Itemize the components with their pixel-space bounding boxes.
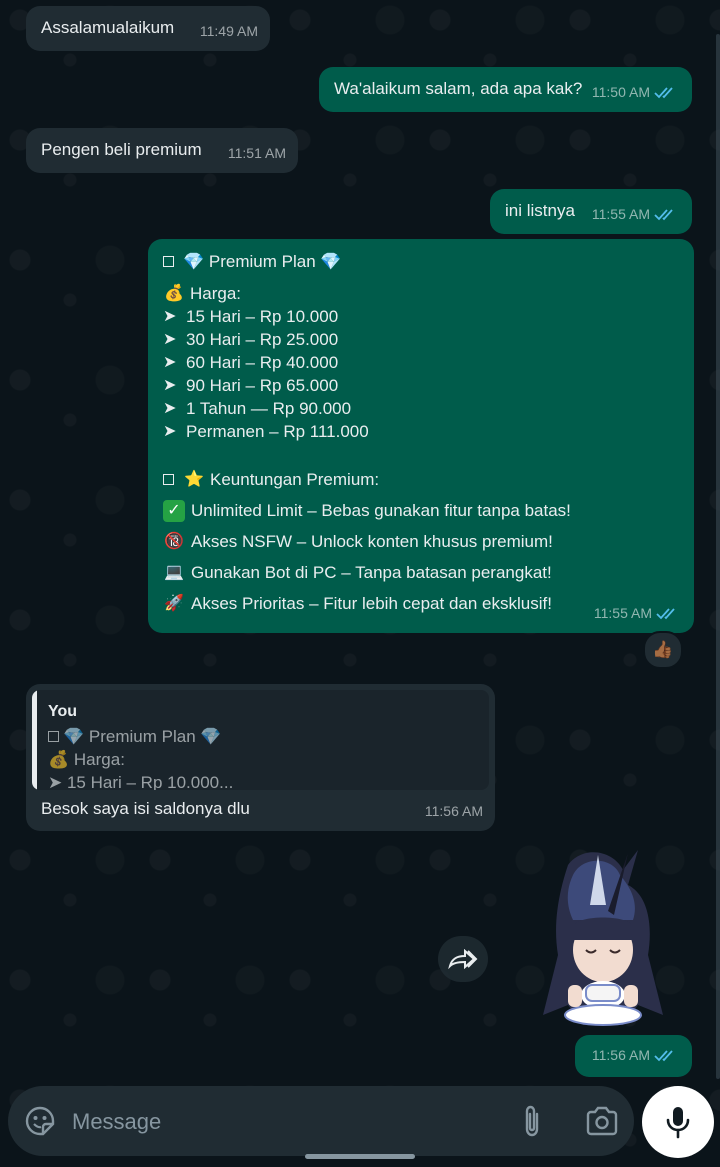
checkbox-icon [163, 256, 174, 267]
price-item: ➤ 30 Hari – Rp 25.000 [163, 328, 571, 351]
read-ticks-icon [654, 86, 673, 98]
message-text: Pengen beli premium [41, 140, 202, 159]
message-text: ini listnya [505, 201, 575, 220]
microphone-icon [666, 1107, 690, 1139]
message-outgoing-plan[interactable]: 💎 Premium Plan 💎 💰 Harga: ➤ 15 Hari – Rp … [148, 239, 694, 633]
forward-icon [448, 949, 478, 969]
voice-record-button[interactable] [642, 1086, 714, 1158]
message-meta: 11:56 AM [425, 800, 483, 823]
message-outgoing[interactable]: ini listnya 11:55 AM [490, 189, 692, 234]
check-box-icon: ✓ [163, 499, 185, 522]
message-incoming-reply[interactable]: You 💎 Premium Plan 💎 💰 Harga: ➤ 15 Hari … [26, 684, 495, 831]
arrow-icon: ➤ [163, 400, 177, 417]
price-item: ➤ Permanen – Rp 111.000 [163, 420, 571, 443]
rocket-icon: 🚀 [164, 595, 184, 612]
message-outgoing[interactable]: Wa'alaikum salam, ada apa kak? 11:50 AM [319, 67, 692, 112]
plan-title-line: 💎 Premium Plan 💎 [163, 250, 571, 273]
read-ticks-icon [654, 1049, 673, 1061]
message-incoming[interactable]: Pengen beli premium 11:51 AM [26, 128, 298, 173]
price-text: Permanen – Rp 111.000 [186, 422, 369, 441]
checkbox-icon [48, 731, 59, 742]
camera-icon [586, 1106, 618, 1136]
benefit-text: Akses NSFW – Unlock konten khusus premiu… [191, 532, 553, 551]
arrow-icon: ➤ [163, 354, 177, 371]
benefit-text: Akses Prioritas – Fitur lebih cepat dan … [191, 594, 552, 613]
money-bag-icon: 💰 [164, 285, 184, 302]
arrow-icon: ➤ [163, 331, 177, 348]
message-time: 11:56 AM [424, 803, 483, 819]
message-time: 11:50 AM [591, 84, 650, 100]
sticker-smiley-icon [25, 1106, 55, 1136]
benefit-item: 🔞 Akses NSFW – Unlock konten khusus prem… [163, 526, 571, 557]
emoji-sticker-button[interactable] [22, 1103, 58, 1139]
attach-button[interactable] [514, 1103, 550, 1139]
reaction-thumbs-up-icon[interactable]: 👍🏾 [643, 631, 683, 669]
message-time: 11:55 AM [593, 605, 652, 621]
message-meta: 11:55 AM [594, 602, 682, 625]
message-time: 11:55 AM [591, 206, 650, 222]
message-meta: 11:51 AM [228, 142, 286, 165]
message-meta: 11:49 AM [200, 20, 258, 43]
message-text: Besok saya isi saldonya dlu [41, 799, 250, 818]
price-item: ➤ 15 Hari – Rp 10.000 [163, 305, 571, 328]
quote-text: 💎 Premium Plan 💎 [63, 727, 222, 746]
arrow-icon: ➤ [163, 377, 177, 394]
message-composer [8, 1086, 634, 1156]
anime-sticker-image[interactable] [528, 845, 678, 1035]
price-text: 60 Hari – Rp 40.000 [186, 353, 339, 372]
read-ticks-icon [656, 607, 675, 619]
benefit-item: 🚀 Akses Prioritas – Fitur lebih cepat da… [163, 588, 571, 619]
message-incoming[interactable]: Assalamualaikum 11:49 AM [26, 6, 270, 51]
message-text: Assalamualaikum [41, 18, 175, 37]
price-item: ➤ 60 Hari – Rp 40.000 [163, 351, 571, 374]
benefit-text: Unlimited Limit – Bebas gunakan fitur ta… [191, 501, 571, 520]
benefit-item: ✓ Unlimited Limit – Bebas gunakan fitur … [163, 495, 571, 526]
benefits-title-line: ⭐ Keuntungan Premium: [163, 468, 571, 491]
price-label-line: 💰 Harga: [163, 282, 571, 305]
price-text: 30 Hari – Rp 25.000 [186, 330, 339, 349]
price-text: 90 Hari – Rp 65.000 [186, 376, 339, 395]
price-text: 15 Hari – Rp 10.000 [186, 307, 339, 326]
arrow-icon: ➤ [163, 423, 177, 440]
price-item: ➤ 1 Tahun — Rp 90.000 [163, 397, 571, 420]
camera-button[interactable] [584, 1103, 620, 1139]
quote-accent-bar [32, 690, 37, 790]
quote-line: 💎 Premium Plan 💎 [48, 725, 233, 748]
quote-line: ➤ 15 Hari – Rp 10.000... [48, 773, 234, 790]
sticker-meta-bubble: 11:56 AM [575, 1035, 692, 1077]
arrow-icon: ➤ [163, 308, 177, 325]
home-indicator [305, 1154, 415, 1159]
star-icon: ⭐ [184, 471, 204, 488]
checkbox-icon [163, 474, 174, 485]
read-ticks-icon [654, 208, 673, 220]
forward-button[interactable] [438, 936, 488, 982]
message-time: 11:56 AM [591, 1047, 650, 1063]
price-text: 1 Tahun — Rp 90.000 [186, 399, 352, 418]
scrollbar[interactable] [716, 34, 720, 1079]
message-meta: 11:55 AM [592, 203, 680, 226]
no-under-18-icon: 🔞 [164, 533, 184, 550]
benefit-item: 💻 Gunakan Bot di PC – Tanpa batasan pera… [163, 557, 571, 588]
quote-author: You [48, 703, 78, 720]
message-meta: 11:50 AM [592, 81, 680, 104]
price-label: Harga: [190, 284, 242, 303]
paperclip-icon [525, 1105, 539, 1137]
quote-line: 💰 Harga: [48, 750, 125, 769]
benefits-title: Keuntungan Premium: [210, 470, 380, 489]
message-text: Wa'alaikum salam, ada apa kak? [334, 79, 583, 98]
laptop-icon: 💻 [164, 564, 184, 581]
message-meta: 11:56 AM [592, 1044, 680, 1067]
message-input[interactable] [70, 1102, 494, 1142]
price-item: ➤ 90 Hari – Rp 65.000 [163, 374, 571, 397]
benefit-text: Gunakan Bot di PC – Tanpa batasan perang… [191, 563, 552, 582]
message-time: 11:51 AM [227, 145, 286, 161]
message-time: 11:49 AM [199, 23, 258, 39]
quoted-message[interactable]: You 💎 Premium Plan 💎 💰 Harga: ➤ 15 Hari … [32, 690, 489, 790]
plan-title: 💎 Premium Plan 💎 [183, 252, 342, 271]
